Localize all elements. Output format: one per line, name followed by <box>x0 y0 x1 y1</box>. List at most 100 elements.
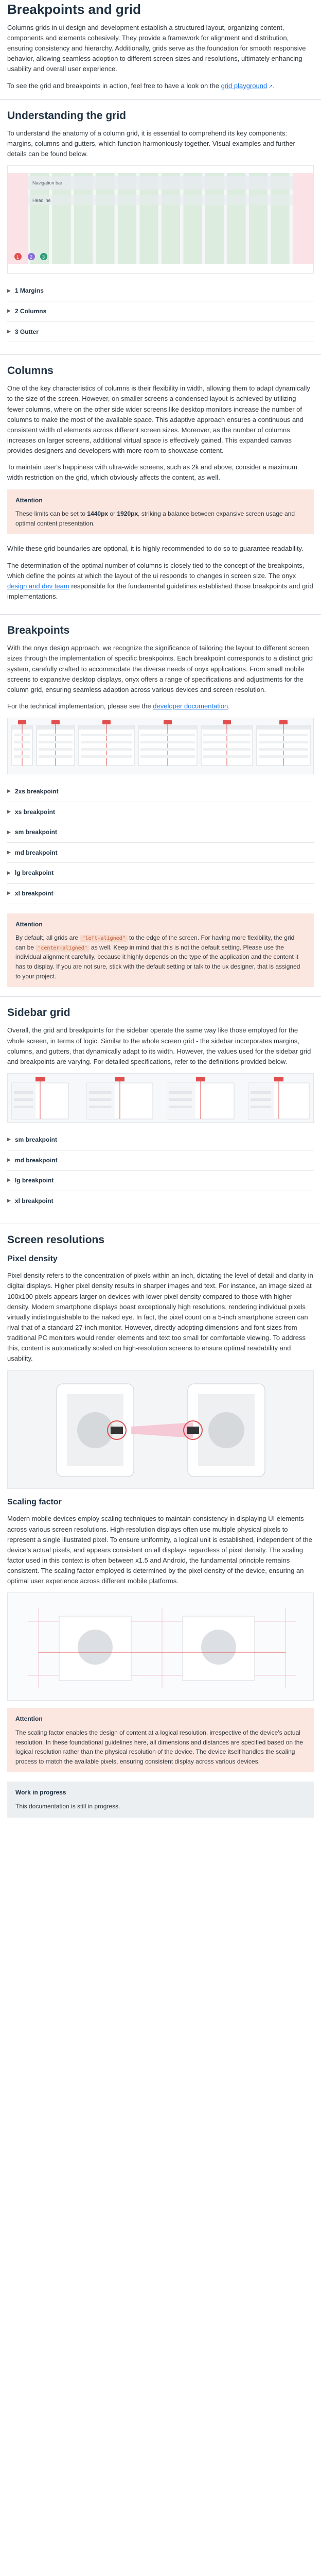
details-label: lg breakpoint <box>14 1177 54 1184</box>
resolutions-title: Screen resolutions <box>7 1234 105 1246</box>
breakpoint-row <box>39 755 73 758</box>
bp-note-code-left: "left-aligned" <box>80 935 128 942</box>
scaling-factor-illustration <box>28 1608 296 1689</box>
breakpoint-row <box>203 748 251 751</box>
note-title: Work in progress <box>15 1789 66 1797</box>
details-label: xl breakpoint <box>14 890 53 897</box>
breakpoint-row <box>140 741 195 744</box>
columns-paragraph-3: While these grid boundaries are optional… <box>7 545 304 553</box>
breakpoint-row <box>14 748 30 751</box>
bp-note-code-center: "center-aligned" <box>35 944 90 952</box>
breakpoint-row <box>81 734 132 737</box>
intro-paragraph: Columns grids in ui design and developme… <box>7 23 306 73</box>
sidebar-figure <box>7 1073 314 1123</box>
scaling-attention-note: Attention The scaling factor enables the… <box>7 1708 314 1773</box>
columns-paragraph-1: One of the key characteristics of column… <box>7 384 310 455</box>
breakpoint-row <box>140 734 195 737</box>
intro-link-paragraph: To see the grid and breakpoints in actio… <box>7 81 314 91</box>
details-xl-breakpoint[interactable]: ▶ xl breakpoint <box>7 1191 314 1212</box>
columns-p4-pre: The determination of the optimal number … <box>7 561 305 580</box>
note-title: Attention <box>15 496 43 504</box>
breakpoint-row <box>140 755 195 758</box>
figure-label-headline: Headline <box>32 198 51 203</box>
breakpoint-row <box>14 734 30 737</box>
sidebar-row <box>89 1098 112 1101</box>
caret-right-icon: ▶ <box>7 870 11 875</box>
details-label: md breakpoint <box>14 849 58 856</box>
sidebar-row <box>14 1098 33 1101</box>
note-value-1920: 1920px <box>117 510 138 518</box>
pixel-density-paragraph: Pixel density refers to the concentratio… <box>7 1272 313 1363</box>
note-text-pre: These limits can be set to <box>15 510 87 518</box>
breakpoint-row <box>81 748 132 751</box>
sidebar-paragraph: Overall, the grid and breakpoints for th… <box>7 1026 311 1065</box>
note-text: By default, all grids are "left-aligned"… <box>15 933 306 981</box>
breakpoint-row <box>203 734 251 737</box>
developer-documentation-link[interactable]: developer documentation <box>153 702 228 710</box>
caret-right-icon: ▶ <box>7 1198 11 1204</box>
details-label: 2xs breakpoint <box>14 788 59 795</box>
details-sm-breakpoint[interactable]: ▶ sm breakpoint <box>7 822 314 843</box>
bp-p2-pre: For the technical implementation, please… <box>7 702 153 710</box>
pixel-density-title: Pixel density <box>7 1254 58 1263</box>
figure-label-navbar: Navigation bar <box>32 180 62 185</box>
grid-anatomy-figure: Navigation bar Headline 1 2 3 <box>7 165 314 274</box>
details-xs-breakpoint[interactable]: ▶ xs breakpoint <box>7 802 314 823</box>
external-link-icon: ↗ <box>267 83 273 90</box>
note-text-mid: or <box>108 510 117 518</box>
details-label: xl breakpoint <box>14 1197 53 1205</box>
details-md-breakpoint[interactable]: ▶ md breakpoint <box>7 843 314 863</box>
breakpoint-row <box>259 755 308 758</box>
sidebar-tag <box>274 1076 283 1081</box>
work-in-progress-note: Work in progress This documentation is s… <box>7 1782 314 1818</box>
grid-playground-link[interactable]: grid playground <box>221 82 268 90</box>
intro-link-pre: To see the grid and breakpoints in actio… <box>7 81 221 90</box>
columns-title: Columns <box>7 365 53 377</box>
marker-3-label: 3 <box>42 255 45 260</box>
breakpoint-row <box>81 741 132 744</box>
note-title: Attention <box>15 920 43 928</box>
grid-anatomy-illustration: Navigation bar Headline 1 2 3 <box>8 166 313 274</box>
details-label: 3 Gutter <box>14 328 39 335</box>
scaling-factor-title: Scaling factor <box>7 1497 62 1506</box>
breakpoints-illustration <box>11 720 311 766</box>
sidebar-row <box>251 1091 272 1094</box>
details-label: lg breakpoint <box>14 869 54 877</box>
sidebar-row <box>14 1091 33 1094</box>
pixel-density-figure <box>7 1370 314 1489</box>
breakpoint-tag <box>51 720 60 725</box>
breakpoints-dev-paragraph: For the technical implementation, please… <box>7 701 314 711</box>
breakpoint-row <box>39 734 73 737</box>
divider <box>0 99 321 100</box>
caret-right-icon: ▶ <box>7 1137 11 1142</box>
breakpoints-title: Breakpoints <box>7 624 70 637</box>
details-label: xs breakpoint <box>14 808 55 816</box>
page: Breakpoints and grid Columns grids in ui… <box>0 2 321 1837</box>
details-label: md breakpoint <box>14 1156 58 1164</box>
sidebar-tag <box>35 1076 45 1081</box>
details-md-breakpoint[interactable]: ▶ md breakpoint <box>7 1150 314 1171</box>
details-xl-breakpoint[interactable]: ▶ xl breakpoint <box>7 884 314 904</box>
pixel-density-illustration <box>56 1383 265 1477</box>
details-2xs-breakpoint[interactable]: ▶ 2xs breakpoint <box>7 782 314 802</box>
sidebar-row <box>251 1105 272 1108</box>
caret-right-icon: ▶ <box>7 890 11 896</box>
details-label: sm breakpoint <box>14 828 57 836</box>
design-dev-team-link[interactable]: design and dev team <box>7 582 69 590</box>
details-sm-breakpoint[interactable]: ▶ sm breakpoint <box>7 1130 314 1150</box>
divider <box>0 354 321 355</box>
marker-2-label: 2 <box>30 255 32 260</box>
caret-right-icon: ▶ <box>7 328 11 334</box>
sidebar-row <box>169 1105 192 1108</box>
details-lg-breakpoint[interactable]: ▶ lg breakpoint <box>7 863 314 884</box>
caret-right-icon: ▶ <box>7 809 11 815</box>
details-lg-breakpoint[interactable]: ▶ lg breakpoint <box>7 1171 314 1191</box>
intro-link-post: . <box>273 81 275 90</box>
details-margins[interactable]: ▶ 1 Margins <box>7 281 314 301</box>
sidebar-row <box>89 1105 112 1108</box>
breakpoints-figure <box>7 718 314 775</box>
details-gutter[interactable]: ▶ 3 Gutter <box>7 322 314 343</box>
page-title: Breakpoints and grid <box>7 2 141 17</box>
breakpoint-row <box>259 741 308 744</box>
details-columns[interactable]: ▶ 2 Columns <box>7 301 314 322</box>
